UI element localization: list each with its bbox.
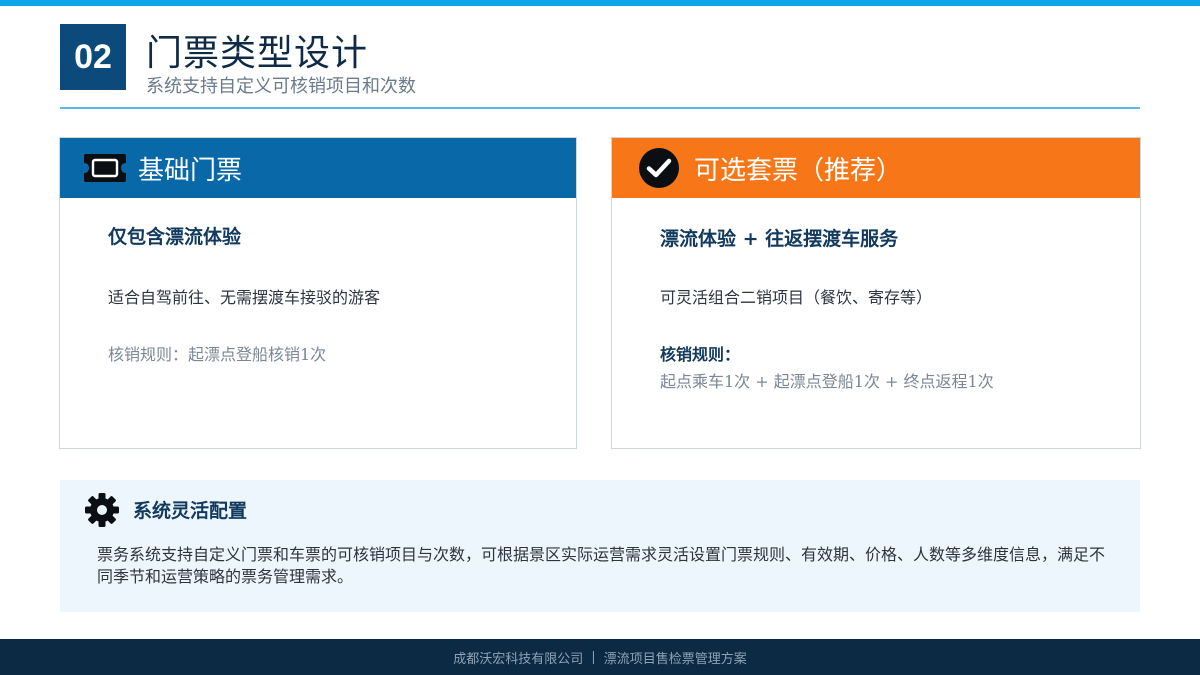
title-divider (60, 107, 1140, 109)
package-ticket-heading: 漂流体验 + 往返摆渡车服务 (660, 228, 899, 250)
package-ticket-description: 可灵活组合二销项目（餐饮、寄存等） (660, 288, 933, 307)
basic-ticket-heading: 仅包含漂流体验 (108, 226, 242, 248)
footer-separator: | (591, 649, 596, 665)
package-ticket-rule-label: 核销规则： (660, 345, 741, 364)
page-title: 门票类型设计 (146, 33, 369, 74)
gear-icon (84, 492, 120, 528)
config-description: 票务系统支持自定义门票和车票的可核销项目与次数，可根据景区实际运营需求灵活设置门… (97, 545, 1106, 586)
basic-ticket-title: 基础门票 (138, 155, 243, 186)
package-ticket-rule: 起点乘车1次 + 起漂点登船1次 + 终点返程1次 (660, 372, 994, 391)
basic-ticket-header: 基础门票 (60, 138, 576, 198)
package-ticket-title: 可选套票（推荐） (694, 155, 903, 186)
check-circle-icon (636, 145, 682, 191)
ticket-icon (82, 145, 128, 191)
footer-company: 成都沃宏科技有限公司 (453, 651, 584, 667)
package-ticket-header: 可选套票（推荐） (612, 138, 1140, 198)
basic-ticket-description: 适合自驾前往、无需摆渡车接驳的游客 (108, 288, 381, 307)
basic-ticket-card: 基础门票 仅包含漂流体验 适合自驾前往、无需摆渡车接驳的游客 核销规则：起漂点登… (59, 137, 577, 449)
config-title: 系统灵活配置 (133, 500, 248, 522)
footer-bar: 成都沃宏科技有限公司 | 漂流项目售检票管理方案 (0, 639, 1200, 675)
top-accent-bar (0, 0, 1200, 6)
footer-project: 漂流项目售检票管理方案 (603, 651, 747, 667)
basic-ticket-rule: 核销规则：起漂点登船核销1次 (108, 345, 327, 364)
package-ticket-card: 可选套票（推荐） 漂流体验 + 往返摆渡车服务 可灵活组合二销项目（餐饮、寄存等… (611, 137, 1141, 449)
page-subtitle: 系统支持自定义可核销项目和次数 (146, 76, 416, 97)
system-config-panel: 系统灵活配置 票务系统支持自定义门票和车票的可核销项目与次数，可根据景区实际运营… (60, 480, 1140, 612)
section-number-badge: 02 (60, 24, 126, 90)
